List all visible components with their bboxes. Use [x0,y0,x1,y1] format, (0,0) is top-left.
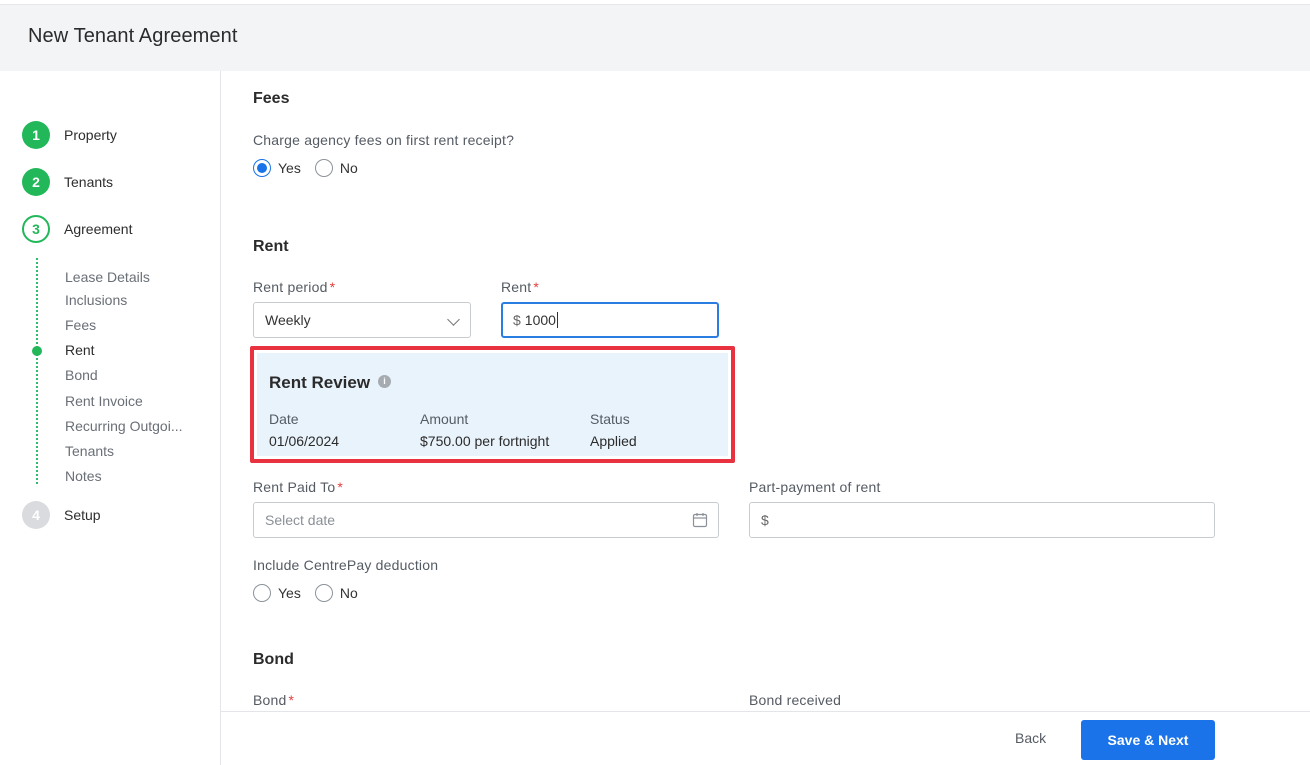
agency-fees-no-radio[interactable] [314,159,333,177]
footer-bar: Back Save & Next [221,711,1310,765]
calendar-icon[interactable] [692,512,708,528]
review-amount-header: Amount [420,411,469,427]
substep-lease-details[interactable]: Lease Details [65,269,150,285]
bond-received-label: Bond received [749,692,842,708]
date-placeholder: Select date [265,512,336,528]
bond-label-text: Bond [253,692,287,708]
required-mark: * [288,692,295,708]
radio-label-no: No [339,160,358,176]
step-label: Tenants [64,174,114,190]
rent-section-title: Rent [253,238,289,255]
substep-bond[interactable]: Bond [65,367,98,383]
step-tenants[interactable]: 2 Tenants [22,168,212,196]
info-icon[interactable]: i [378,375,391,388]
step-label: Setup [64,507,101,523]
header-bar: New Tenant Agreement [0,4,1310,71]
rent-review-body: Rent Review i Date Amount Status 01/06/2… [257,353,728,456]
centrepay-label: Include CentrePay deduction [253,557,439,573]
step-property[interactable]: 1 Property [22,121,212,149]
bond-section-title: Bond [253,651,294,668]
text-cursor [556,312,558,328]
agency-fees-question: Charge agency fees on first rent receipt… [253,132,515,148]
review-status-header: Status [590,411,630,427]
substep-connector [36,258,38,484]
rent-amount-input[interactable]: $ 1000 [501,302,719,338]
required-mark: * [337,479,343,495]
currency-prefix: $ [761,512,769,528]
review-status-value: Applied [590,433,637,449]
rent-paid-to-date-input[interactable]: Select date [253,502,719,538]
step-label: Property [64,127,117,143]
part-payment-input[interactable]: $ [749,502,1215,538]
step-number-3: 3 [22,215,50,243]
radio-label-yes: Yes [278,160,301,176]
rent-paid-to-label-text: Rent Paid To [253,479,336,495]
radio-label-yes: Yes [278,585,301,601]
chevron-down-icon [447,313,460,326]
required-mark: * [533,279,540,295]
substep-tenants[interactable]: Tenants [65,443,114,459]
page-title: New Tenant Agreement [28,25,238,47]
substep-notes[interactable]: Notes [65,468,102,484]
rent-period-value: Weekly [265,312,311,328]
rent-period-label-text: Rent period [253,279,328,295]
centrepay-radio-group: Yes No [253,584,372,602]
rent-amount-label: Rent * [501,279,539,295]
step-agreement[interactable]: 3 Agreement [22,215,212,243]
centrepay-no-radio[interactable] [314,584,333,602]
review-date-header: Date [269,411,299,427]
radio-label-no: No [339,585,358,601]
rent-paid-to-label: Rent Paid To * [253,479,343,495]
substep-rent-invoice[interactable]: Rent Invoice [65,393,143,409]
agency-fees-yes-radio[interactable] [253,159,271,177]
rent-period-label: Rent period * [253,279,335,295]
bond-label: Bond * [253,692,294,708]
rent-review-title: Rent Review [269,373,371,392]
wizard-sidebar: 1 Property 2 Tenants 3 Agreement Lease D… [0,71,221,765]
review-date-value: 01/06/2024 [269,433,340,449]
save-next-button[interactable]: Save & Next [1081,720,1215,760]
part-payment-label: Part-payment of rent [749,479,881,495]
currency-prefix: $ [513,312,521,328]
step-label: Agreement [64,221,133,237]
back-button[interactable]: Back [1015,730,1046,746]
step-number-2: 2 [22,168,50,196]
substep-recurring-outgoings[interactable]: Recurring Outgoi... [65,418,183,434]
centrepay-yes-radio[interactable] [253,584,271,602]
rent-period-select[interactable]: Weekly [253,302,471,338]
step-setup[interactable]: 4 Setup [22,501,212,529]
review-amount-value: $750.00 per fortnight [420,433,550,449]
step-number-4: 4 [22,501,50,529]
fees-section-title: Fees [253,90,290,107]
substep-inclusions[interactable]: Inclusions [65,292,127,308]
required-mark: * [329,279,336,295]
form-content: Fees Charge agency fees on first rent re… [221,71,1310,711]
substep-rent[interactable]: Rent [65,342,95,358]
substep-fees[interactable]: Fees [65,317,96,333]
rent-amount-value: 1000 [524,312,556,328]
rent-review-panel: Rent Review i Date Amount Status 01/06/2… [250,346,735,463]
step-number-1: 1 [22,121,50,149]
active-substep-dot [32,346,42,356]
rent-label-text: Rent [501,279,532,295]
agency-fees-radio-group: Yes No [253,159,372,177]
